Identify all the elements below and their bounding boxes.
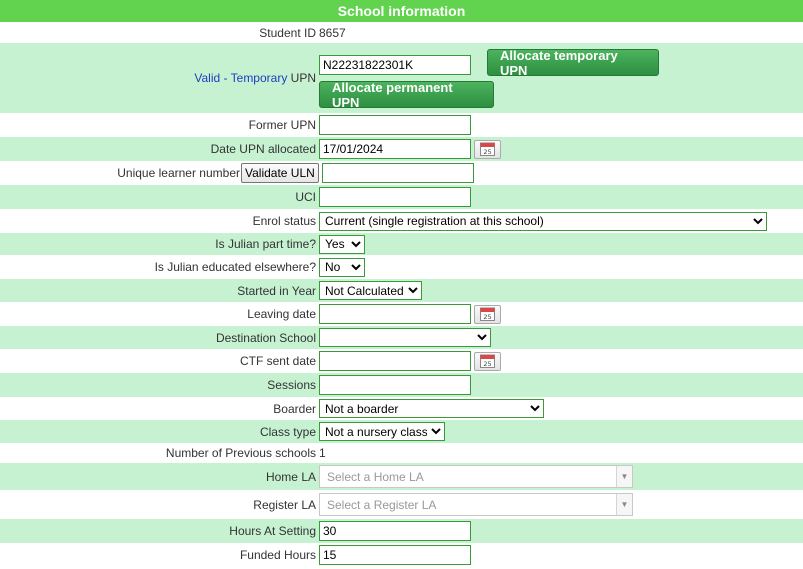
row-ctf-sent-date: CTF sent date 25	[0, 349, 803, 373]
ctf-sent-date-input[interactable]	[319, 351, 471, 371]
row-boarder: Boarder Not a boarder	[0, 397, 803, 420]
part-time-select[interactable]: Yes	[319, 234, 365, 254]
row-uci: UCI	[0, 185, 803, 209]
educated-elsewhere-select[interactable]: No	[319, 257, 365, 277]
row-educated-elsewhere: Is Julian educated elsewhere? No	[0, 255, 803, 279]
former-upn-input[interactable]	[319, 115, 471, 135]
dropdown-arrow-icon[interactable]: ▼	[616, 494, 632, 515]
section-title: School information	[0, 0, 803, 22]
destination-school-label: Destination School	[215, 330, 316, 345]
row-destination-school: Destination School	[0, 326, 803, 349]
ctf-sent-date-label: CTF sent date	[239, 354, 316, 368]
row-previous-schools: Number of Previous schools 1	[0, 443, 803, 463]
row-leaving-date: Leaving date 25	[0, 302, 803, 326]
funded-hours-label: Funded Hours	[239, 548, 316, 562]
calendar-icon[interactable]: 25	[474, 351, 501, 371]
row-hours-at-setting: Hours At Setting	[0, 519, 803, 543]
svg-text:25: 25	[483, 360, 491, 368]
row-part-time: Is Julian part time? Yes	[0, 233, 803, 255]
enrol-status-select[interactable]: Current (single registration at this sch…	[319, 211, 767, 231]
upn-status-sep: -	[220, 71, 231, 85]
upn-label: Valid - Temporary UPN	[0, 71, 319, 85]
destination-school-select[interactable]	[319, 328, 491, 347]
leaving-date-input[interactable]	[319, 304, 471, 324]
row-student-id: Student ID 8657	[0, 22, 803, 43]
date-upn-label: Date UPN allocated	[210, 142, 316, 156]
uci-label: UCI	[295, 190, 316, 204]
row-former-upn: Former UPN	[0, 113, 803, 137]
upn-status-temporary: Temporary	[230, 71, 288, 85]
started-in-year-label: Started in Year	[237, 283, 316, 298]
allocate-permanent-upn-button[interactable]: Allocate permanent UPN	[319, 80, 494, 110]
row-sessions: Sessions	[0, 373, 803, 397]
uln-label: Unique learner number	[117, 166, 240, 180]
hours-at-setting-label: Hours At Setting	[229, 524, 316, 538]
row-uln: Unique learner number Validate ULN	[0, 161, 803, 185]
uln-input[interactable]	[321, 163, 474, 183]
part-time-label: Is Julian part time?	[215, 237, 316, 251]
home-la-select[interactable]: Select a Home LA ▼	[319, 465, 633, 488]
row-home-la: Home LA Select a Home LA ▼	[0, 463, 803, 490]
register-la-label: Register LA	[253, 497, 316, 512]
sessions-input[interactable]	[319, 375, 471, 395]
hours-at-setting-input[interactable]	[319, 521, 471, 541]
boarder-label: Boarder	[273, 401, 316, 416]
validate-uln-button[interactable]: Validate ULN	[241, 163, 319, 183]
row-funded-hours: Funded Hours	[0, 543, 803, 567]
enrol-status-label: Enrol status	[252, 214, 316, 228]
row-enrol-status: Enrol status Current (single registratio…	[0, 209, 803, 233]
student-id-value: 8657	[319, 25, 346, 40]
row-upn: Valid - Temporary UPN Allocate temporary…	[0, 43, 803, 113]
student-id-label: Student ID	[259, 25, 316, 40]
row-date-upn: Date UPN allocated 25	[0, 137, 803, 161]
funded-hours-input[interactable]	[319, 545, 471, 565]
calendar-icon[interactable]: 25	[474, 139, 501, 159]
upn-input[interactable]	[319, 54, 471, 75]
upn-status-valid: Valid	[194, 71, 221, 85]
date-upn-input[interactable]	[319, 139, 471, 159]
home-la-placeholder: Select a Home LA	[327, 469, 424, 484]
svg-text:25: 25	[483, 313, 491, 321]
dropdown-arrow-icon[interactable]: ▼	[616, 466, 632, 487]
allocate-temporary-upn-button[interactable]: Allocate temporary UPN	[487, 48, 659, 78]
row-class-type: Class type Not a nursery class	[0, 420, 803, 443]
register-la-select[interactable]: Select a Register LA ▼	[319, 493, 633, 516]
register-la-placeholder: Select a Register LA	[327, 497, 437, 512]
row-started-in-year: Started in Year Not Calculated	[0, 279, 803, 302]
svg-text:25: 25	[483, 148, 491, 156]
previous-schools-value: 1	[319, 446, 326, 460]
class-type-select[interactable]: Not a nursery class	[319, 422, 445, 441]
boarder-select[interactable]: Not a boarder	[319, 399, 544, 418]
leaving-date-label: Leaving date	[247, 307, 316, 321]
former-upn-label: Former UPN	[248, 118, 316, 132]
previous-schools-label: Number of Previous schools	[165, 446, 316, 460]
calendar-icon[interactable]: 25	[474, 304, 501, 324]
class-type-label: Class type	[259, 424, 316, 439]
educated-elsewhere-label: Is Julian educated elsewhere?	[154, 260, 316, 274]
row-register-la: Register LA Select a Register LA ▼	[0, 490, 803, 519]
started-in-year-select[interactable]: Not Calculated	[319, 281, 422, 300]
upn-label-text: UPN	[287, 71, 316, 85]
uci-input[interactable]	[319, 187, 471, 207]
home-la-label: Home LA	[265, 469, 316, 484]
sessions-label: Sessions	[267, 378, 316, 392]
